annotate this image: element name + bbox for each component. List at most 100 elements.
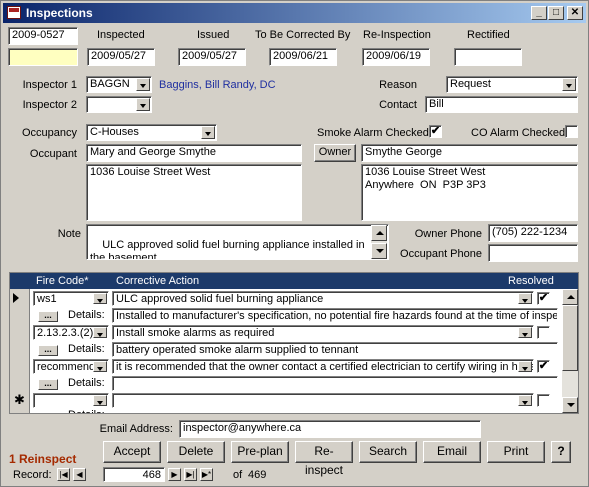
resolved-checkbox[interactable]: ✔ [537,292,550,305]
occupant-phone-field[interactable] [488,244,578,262]
chevron-down-icon[interactable] [136,78,150,91]
details-field[interactable] [112,376,558,391]
table-row-corrective-action-select[interactable]: Install smoke alarms as required [112,325,534,340]
occupant-name-field[interactable]: Mary and George Smythe [86,144,302,162]
last-record-icon[interactable]: ▶| [184,468,197,481]
owner-address-field[interactable]: 1036 Louise Street West Anywhere ON P3P … [361,164,578,221]
note-scrollbar[interactable] [371,225,387,259]
details-field[interactable]: Installed to manufacturer's specificatio… [112,308,558,323]
close-icon[interactable]: ✕ [567,6,583,20]
inspected-date-field[interactable]: 2009/05/27 [87,48,155,66]
email-button[interactable]: Email [423,441,481,463]
inspection-type-field[interactable] [8,48,78,66]
smoke-alarm-checkbox[interactable]: ✔ [429,125,442,138]
details-ellipsis-button[interactable]: ... [38,345,58,356]
grid-scrollbar[interactable] [562,289,578,413]
rectified-date-field[interactable] [454,48,522,66]
chevron-down-icon[interactable] [518,327,532,338]
chevron-down-icon[interactable] [136,98,150,111]
new-row-resolved-checkbox[interactable] [537,394,550,407]
window-title: Inspections [26,6,93,20]
minimize-icon[interactable]: _ [531,6,547,20]
chevron-down-icon[interactable] [201,126,215,139]
occupancy-select[interactable]: C-Houses [86,124,217,141]
occupancy-label: Occupancy [21,127,77,139]
resolved-column-header[interactable]: Resolved [508,275,554,287]
note-text: ULC approved solid fuel burning applianc… [90,239,368,260]
new-row-fire-code-select[interactable] [33,393,109,408]
form-icon [7,6,21,19]
next-record-icon[interactable]: ▶ [168,468,181,481]
table-row-corrective-action-select[interactable]: it is recommended that the owner contact… [112,359,534,374]
owner-button[interactable]: Owner [314,144,356,162]
reason-select[interactable]: Request [446,76,578,93]
scroll-up-icon[interactable] [562,289,578,305]
scroll-down-icon[interactable] [371,243,387,259]
chevron-down-icon[interactable] [93,361,107,372]
chevron-down-icon[interactable] [518,293,532,304]
maximize-icon[interactable]: □ [548,6,564,20]
scroll-up-icon[interactable] [371,225,387,241]
search-button[interactable]: Search [359,441,417,463]
first-record-icon[interactable]: |◀ [57,468,70,481]
new-record-button-icon[interactable]: ▶* [200,468,213,481]
delete-button[interactable]: Delete [167,441,225,463]
reinspect-status-text: 1 Reinspect [9,452,77,466]
chevron-down-icon[interactable] [93,395,107,406]
inspection-number-field[interactable]: 2009-0527 [8,27,78,45]
details-ellipsis-button[interactable]: ... [38,311,58,322]
rectified-label: Rectified [467,29,510,41]
preplan-button[interactable]: Pre-plan [231,441,289,463]
details-ellipsis-button[interactable]: ... [38,379,58,390]
issued-date-field[interactable]: 2009/05/27 [178,48,246,66]
resolved-checkbox[interactable] [537,326,550,339]
inspector1-select[interactable]: BAGGN [86,76,152,93]
table-row-fire-code-select[interactable]: 2.13.2.3.(2) [33,325,109,340]
fire-code-grid: Fire Code* Corrective Action Resolved ws… [9,272,579,414]
table-row-fire-code-select[interactable]: ws1 [33,291,109,306]
inspector1-name: Baggins, Bill Randy, DC [159,79,276,91]
fire-code-value: ws1 [37,293,57,305]
note-field[interactable]: ULC approved solid fuel burning applianc… [86,224,389,260]
chevron-down-icon[interactable] [562,78,576,91]
chevron-down-icon[interactable] [93,327,107,338]
to-be-corrected-date-field[interactable]: 2009/06/21 [269,48,337,66]
reinspection-label: Re-Inspection [363,29,431,41]
occupant-phone-label: Occupant Phone [400,248,482,260]
scroll-down-icon[interactable] [562,397,578,413]
co-alarm-label: CO Alarm Checked [471,127,566,139]
co-alarm-checkbox[interactable] [565,125,578,138]
print-button[interactable]: Print [487,441,545,463]
corrective-action-column-header[interactable]: Corrective Action [116,275,199,287]
owner-name-field[interactable]: Smythe George [361,144,578,162]
accept-button[interactable]: Accept [103,441,161,463]
table-row-fire-code-select[interactable]: recommenda [33,359,109,374]
title-bar: Inspections _ □ ✕ [3,3,586,23]
current-record-field[interactable]: 468 [103,467,165,482]
chevron-down-icon[interactable] [518,361,532,372]
resolved-checkbox[interactable]: ✔ [537,360,550,373]
inspector2-select[interactable] [86,96,152,113]
email-address-field[interactable]: inspector@anywhere.ca [179,420,481,438]
chevron-down-icon[interactable] [518,395,532,406]
previous-record-icon[interactable]: ◀ [73,468,86,481]
grid-header: Fire Code* Corrective Action Resolved [10,273,578,289]
new-record-icon: ✱ [14,392,25,407]
occupant-address-field[interactable]: 1036 Louise Street West [86,164,302,221]
current-record-icon [13,293,19,303]
new-row-corrective-action-select[interactable] [112,393,534,408]
help-button[interactable]: ? [551,441,571,463]
details-label: Details: [68,309,105,321]
reinspection-date-field[interactable]: 2009/06/19 [362,48,430,66]
details-field[interactable]: battery operated smoke alarm supplied to… [112,342,558,357]
reinspect-button[interactable]: Re-inspect [295,441,353,477]
owner-phone-field[interactable]: (705) 222-1234 [488,224,578,242]
reason-value: Request [450,78,491,90]
fire-code-value: 2.13.2.3.(2) [37,327,94,339]
scroll-thumb[interactable] [562,305,578,371]
table-row-corrective-action-select[interactable]: ULC approved solid fuel burning applianc… [112,291,534,306]
fire-code-column-header[interactable]: Fire Code* [36,275,89,287]
contact-field[interactable]: Bill [425,96,578,113]
chevron-down-icon[interactable] [93,293,107,304]
inspector1-label: Inspector 1 [22,79,77,91]
